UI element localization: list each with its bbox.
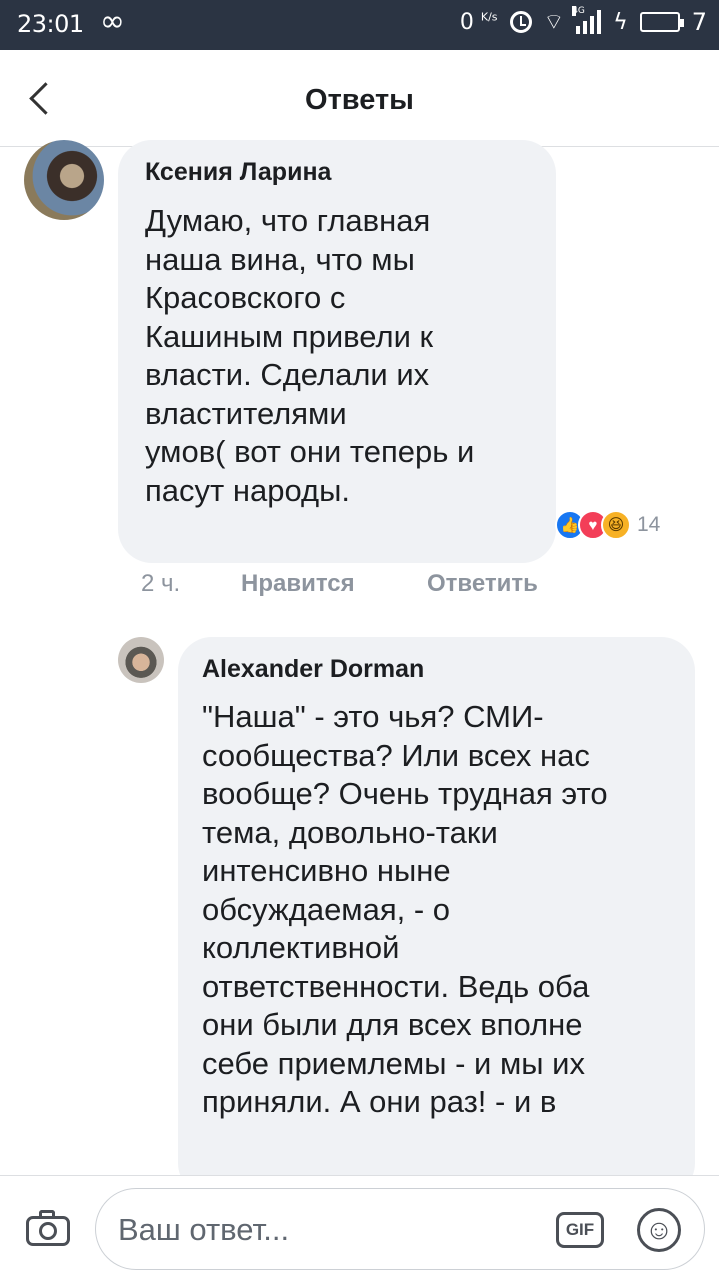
- charging-icon: ϟ: [613, 9, 628, 35]
- alarm-icon: [509, 11, 532, 33]
- wifi-icon: ⌔: [543, 10, 565, 35]
- gif-button[interactable]: GIF: [556, 1212, 604, 1248]
- infinity-icon: ∞: [100, 4, 125, 39]
- reaction-count: 14: [637, 513, 661, 536]
- haha-reaction-icon: 😆: [601, 510, 631, 540]
- status-time: 23:01: [17, 10, 84, 38]
- avatar[interactable]: [24, 140, 104, 220]
- header: Ответы: [0, 50, 719, 147]
- signal-icon: 4G: [572, 6, 602, 34]
- network-type: 4G: [572, 6, 585, 16]
- network-speed: 0 K/s: [459, 9, 498, 35]
- status-bar: 23:01 ∞ 0 K/s ⌔ 4G ϟ 7: [0, 0, 719, 50]
- emoji-icon[interactable]: ☺: [637, 1208, 681, 1252]
- reactions-summary[interactable]: 👍 ♥ 😆 14: [555, 507, 660, 543]
- comment-text: "Наша" - это чья? СМИ- сообщества? Или в…: [202, 699, 608, 1119]
- page-title: Ответы: [305, 84, 414, 116]
- camera-icon[interactable]: [24, 1208, 72, 1248]
- comment-author[interactable]: Ксения Ларина: [145, 158, 331, 187]
- avatar[interactable]: [118, 637, 164, 683]
- comment-author[interactable]: Alexander Dorman: [202, 655, 424, 684]
- battery-level: 7: [691, 8, 707, 36]
- comment-actions: 2 ч. Нравится Ответить: [141, 570, 538, 598]
- comment-bubble: Ксения Ларина Думаю, что главная наша ви…: [118, 140, 556, 563]
- reply-input[interactable]: [118, 1211, 518, 1249]
- comment-time[interactable]: 2 ч.: [141, 570, 241, 598]
- status-indicators: 0 K/s ⌔ 4G ϟ 7: [459, 6, 707, 36]
- battery-icon: [639, 12, 684, 32]
- reply-field[interactable]: GIF ☺: [95, 1188, 705, 1270]
- reply-button[interactable]: Ответить: [427, 570, 538, 598]
- comment-bubble: Alexander Dorman "Наша" - это чья? СМИ- …: [178, 637, 695, 1197]
- comment-text: Думаю, что главная наша вина, что мы Кра…: [145, 203, 475, 508]
- reply-bar: GIF ☺: [0, 1175, 719, 1280]
- like-button[interactable]: Нравится: [241, 570, 427, 598]
